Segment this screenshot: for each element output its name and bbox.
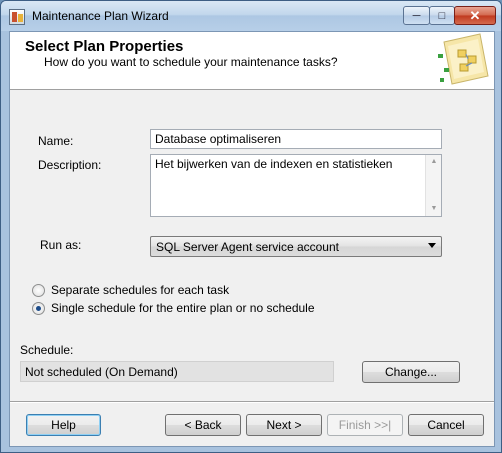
run-as-value: SQL Server Agent service account — [156, 240, 339, 254]
window-title: Maintenance Plan Wizard — [32, 9, 169, 23]
page-title: Select Plan Properties — [25, 38, 184, 55]
footer-divider — [10, 401, 494, 403]
minimize-icon: ─ — [412, 9, 421, 22]
next-button[interactable]: Next > — [246, 414, 322, 436]
radio-single-schedule[interactable]: Single schedule for the entire plan or n… — [32, 301, 315, 315]
description-label: Description: — [38, 158, 102, 172]
cancel-button[interactable]: Cancel — [408, 414, 484, 436]
run-as-select[interactable]: SQL Server Agent service account — [150, 236, 442, 257]
name-field[interactable]: Database optimaliseren — [150, 129, 442, 149]
finish-button[interactable]: Finish >>| — [327, 414, 403, 436]
maximize-icon: □ — [438, 9, 446, 22]
description-field[interactable]: Het bijwerken van de indexen en statisti… — [150, 154, 442, 217]
radio-separate-button[interactable] — [32, 283, 45, 297]
close-icon: ✕ — [469, 7, 481, 23]
scroll-up-icon[interactable]: ▲ — [426, 155, 441, 169]
wizard-header: Select Plan Properties How do you want t… — [10, 32, 494, 90]
radio-separate-label: Separate schedules for each task — [51, 283, 230, 297]
help-button[interactable]: Help — [26, 414, 101, 436]
maximize-button[interactable]: □ — [429, 6, 455, 25]
minimize-button[interactable]: ─ — [403, 6, 430, 25]
change-schedule-button[interactable]: Change... — [362, 361, 460, 383]
chevron-down-icon — [428, 243, 436, 248]
wizard-window: Maintenance Plan Wizard ─ □ ✕ Select Pla… — [0, 0, 502, 453]
scroll-down-icon[interactable]: ▼ — [426, 202, 441, 216]
page-subtitle: How do you want to schedule your mainten… — [44, 55, 338, 69]
name-label: Name: — [38, 134, 74, 148]
back-button[interactable]: < Back — [165, 414, 241, 436]
close-button[interactable]: ✕ — [454, 6, 496, 25]
radio-single-button[interactable] — [32, 301, 45, 315]
title-bar[interactable]: Maintenance Plan Wizard ─ □ ✕ — [1, 1, 501, 31]
wizard-illustration-icon — [438, 33, 489, 85]
run-as-label: Run as: — [40, 238, 82, 252]
wizard-client-area: Select Plan Properties How do you want t… — [9, 31, 495, 447]
schedule-label: Schedule: — [20, 343, 74, 357]
radio-separate-schedules[interactable]: Separate schedules for each task — [32, 283, 229, 297]
radio-single-label: Single schedule for the entire plan or n… — [51, 301, 315, 315]
description-scrollbar[interactable]: ▲ ▼ — [425, 155, 441, 216]
description-text: Het bijwerken van de indexen en statisti… — [155, 157, 393, 171]
schedule-value: Not scheduled (On Demand) — [20, 361, 334, 382]
app-icon — [9, 9, 25, 25]
